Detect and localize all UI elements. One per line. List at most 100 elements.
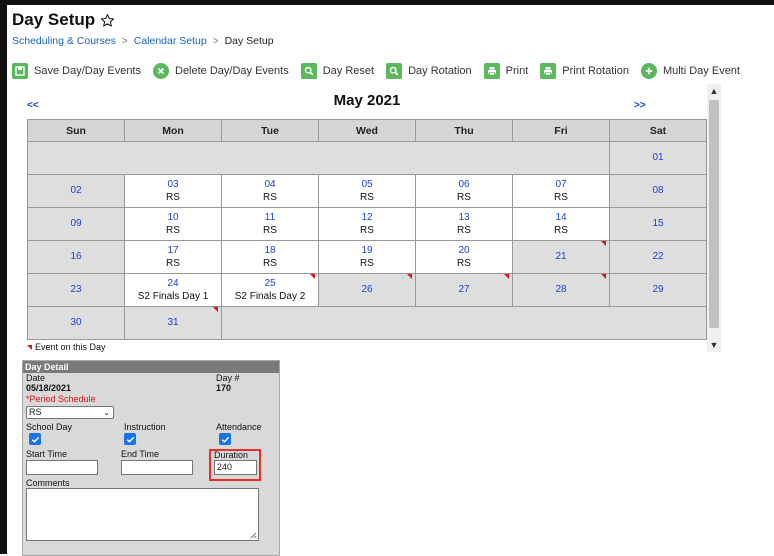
calendar-day-cell[interactable]: 28 [512, 273, 610, 307]
day-number: 06 [458, 178, 470, 190]
day-schedule-label: RS [360, 224, 374, 236]
calendar-day-cell[interactable]: 10 RS [124, 207, 222, 241]
weekday-header-tue: Tue [221, 119, 319, 142]
save-day-button[interactable]: Save Day/Day Events [12, 63, 141, 79]
scroll-down-icon[interactable]: ▼ [707, 340, 721, 350]
period-schedule-select[interactable]: RS ⌄ [26, 406, 114, 419]
comments-label: Comments [26, 478, 70, 488]
day-number: 26 [361, 284, 373, 295]
start-time-input[interactable] [26, 460, 98, 475]
calendar-day-cell[interactable]: 22 [609, 240, 707, 274]
day-schedule-label: RS [554, 224, 568, 236]
calendar: << May 2021 >> Sun Mon Tue Wed Thu Fri Sat 01 0… [27, 88, 707, 340]
next-month-link[interactable]: >> [634, 100, 646, 111]
page-header: Day Setup Scheduling & Courses > Calenda… [12, 9, 772, 48]
calendar-day-cell[interactable]: 25 S2 Finals Day 2 [221, 273, 319, 307]
calendar-day-cell[interactable]: 20 RS [415, 240, 513, 274]
calendar-day-cell[interactable]: 13 RS [415, 207, 513, 241]
toolbar: Save Day/Day Events Delete Day/Day Event… [12, 58, 772, 84]
event-flag-icon [407, 274, 412, 279]
period-schedule-label: *Period Schedule [26, 394, 96, 404]
event-flag-icon [213, 307, 218, 312]
calendar-day-cell[interactable]: 23 [27, 273, 125, 307]
star-icon[interactable] [100, 13, 115, 28]
empty-days-cell [221, 306, 707, 340]
window-frame-left [0, 0, 7, 554]
calendar-day-cell[interactable]: 30 [27, 306, 125, 340]
day-number: 04 [264, 178, 276, 190]
delete-day-button[interactable]: Delete Day/Day Events [153, 63, 289, 79]
day-number: 03 [167, 178, 179, 190]
page-title: Day Setup [12, 10, 96, 29]
calendar-body: 01 02 03 RS 04 RS 05 RS 06 RS 07 RS 08 09 10 RS 11 RS 12 RS… [27, 141, 707, 340]
scroll-thumb[interactable] [709, 100, 719, 328]
weekday-header-thu: Thu [415, 119, 513, 142]
calendar-day-cell[interactable]: 02 [27, 174, 125, 208]
calendar-day-cell[interactable]: 29 [609, 273, 707, 307]
day-number: 25 [264, 277, 276, 289]
instruction-checkbox[interactable] [124, 433, 136, 445]
calendar-day-cell[interactable]: 18 RS [221, 240, 319, 274]
day-schedule-label: RS [360, 257, 374, 269]
calendar-day-cell[interactable]: 04 RS [221, 174, 319, 208]
day-number-value: 170 [216, 383, 232, 393]
day-number: 11 [264, 211, 276, 223]
calendar-day-cell[interactable]: 14 RS [512, 207, 610, 241]
calendar-day-cell[interactable]: 06 RS [415, 174, 513, 208]
end-time-input[interactable] [121, 460, 193, 475]
day-reset-label: Day Reset [322, 65, 375, 77]
date-value: 05/18/2021 [26, 383, 72, 393]
calendar-day-cell[interactable]: 05 RS [318, 174, 416, 208]
day-rotation-button[interactable]: Day Rotation [386, 63, 472, 79]
day-number: 23 [70, 284, 82, 295]
scroll-up-icon[interactable]: ▲ [707, 86, 721, 96]
calendar-day-cell[interactable]: 07 RS [512, 174, 610, 208]
calendar-day-cell[interactable]: 09 [27, 207, 125, 241]
instruction-label: Instruction [124, 422, 166, 432]
calendar-day-cell[interactable]: 24 S2 Finals Day 1 [124, 273, 222, 307]
chevron-right-icon: > [121, 35, 128, 47]
calendar-day-cell[interactable]: 27 [415, 273, 513, 307]
day-reset-button[interactable]: Day Reset [300, 63, 375, 79]
resize-grip-icon[interactable] [249, 531, 257, 539]
day-schedule-label: RS [263, 191, 277, 203]
calendar-day-cell[interactable]: 12 RS [318, 207, 416, 241]
print-icon [540, 63, 557, 79]
save-day-label: Save Day/Day Events [34, 65, 141, 77]
print-button[interactable]: Print [483, 63, 528, 79]
print-icon [483, 63, 500, 79]
multi-day-event-button[interactable]: Multi Day Event [640, 63, 740, 79]
calendar-day-cell[interactable]: 19 RS [318, 240, 416, 274]
calendar-week-row: 23 24 S2 Finals Day 1 25 S2 Finals Day 2 26 27… [27, 273, 707, 307]
calendar-day-cell[interactable]: 11 RS [221, 207, 319, 241]
comments-textarea[interactable] [26, 488, 259, 541]
calendar-scrollbar[interactable]: ▲ ▼ [707, 84, 721, 352]
calendar-day-cell[interactable]: 17 RS [124, 240, 222, 274]
breadcrumb: Scheduling & Courses > Calendar Setup > … [12, 34, 772, 48]
start-time-label: Start Time [26, 449, 68, 459]
day-schedule-label: RS [457, 257, 471, 269]
print-rotation-button[interactable]: Print Rotation [540, 63, 629, 79]
school-day-checkbox[interactable] [29, 433, 41, 445]
calendar-day-cell[interactable]: 16 [27, 240, 125, 274]
weekday-header-sat: Sat [609, 119, 707, 142]
calendar-week-row: 01 [27, 141, 707, 175]
day-number: 09 [70, 218, 82, 229]
calendar-day-cell[interactable]: 15 [609, 207, 707, 241]
day-number: 10 [167, 211, 179, 223]
day-number: 16 [70, 251, 82, 262]
calendar-day-cell[interactable]: 08 [609, 174, 707, 208]
breadcrumb-calendar-setup[interactable]: Calendar Setup [134, 35, 207, 47]
day-number: 14 [555, 211, 567, 223]
calendar-day-cell[interactable]: 26 [318, 273, 416, 307]
attendance-checkbox[interactable] [219, 433, 231, 445]
calendar-day-cell[interactable]: 31 [124, 306, 222, 340]
calendar-week-row: 16 17 RS 18 RS 19 RS 20 RS 21 22 [27, 240, 707, 274]
day-detail-panel: Day Detail Date 05/18/2021 Day # 170 *Pe… [22, 360, 280, 556]
weekday-header-wed: Wed [318, 119, 416, 142]
calendar-day-cell[interactable]: 01 [609, 141, 707, 175]
calendar-day-cell[interactable]: 21 [512, 240, 610, 274]
breadcrumb-scheduling[interactable]: Scheduling & Courses [12, 35, 116, 47]
day-schedule-label: RS [457, 191, 471, 203]
calendar-day-cell[interactable]: 03 RS [124, 174, 222, 208]
